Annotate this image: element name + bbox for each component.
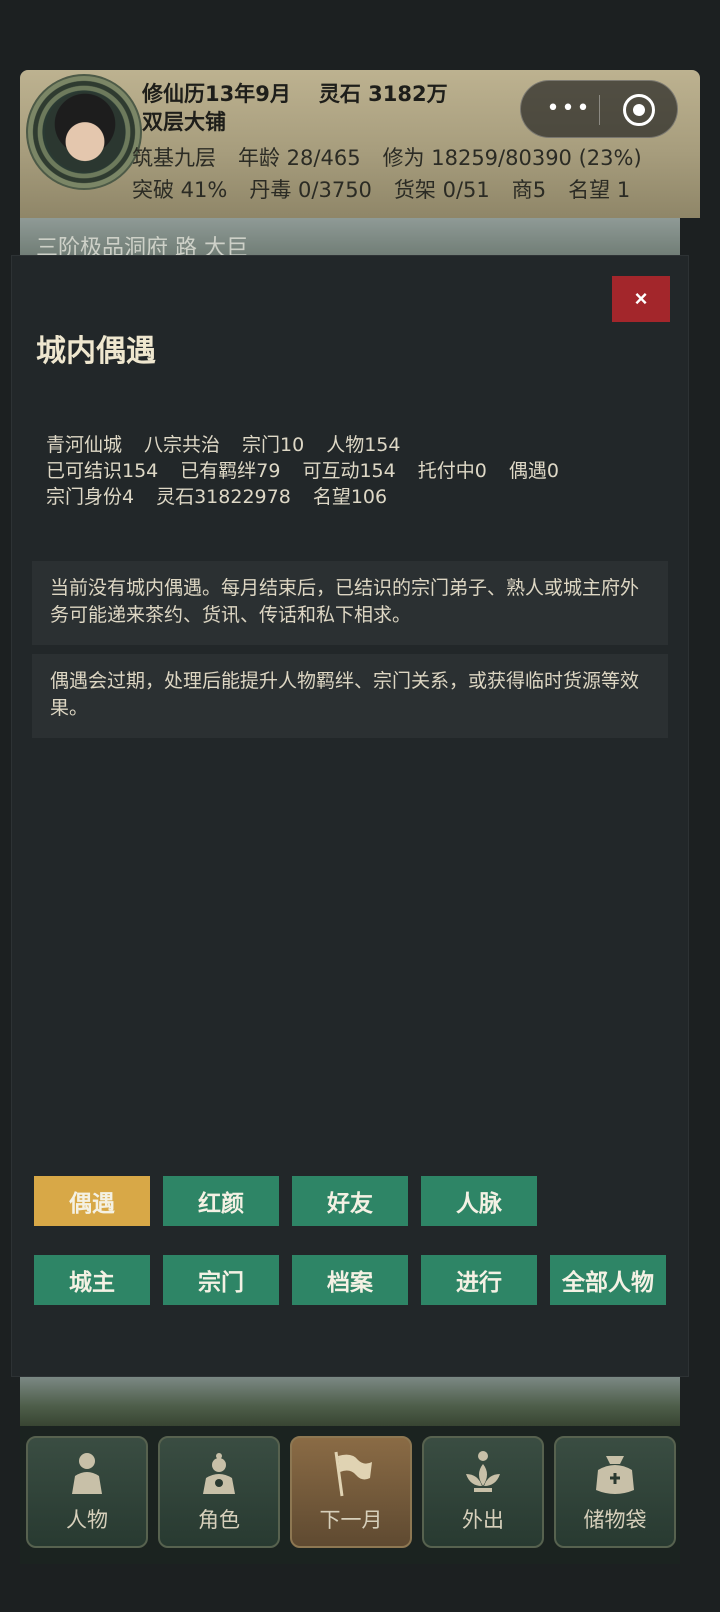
- reputation-stat: 名望 1: [568, 178, 631, 202]
- tab-in-progress[interactable]: 进行: [421, 1255, 537, 1305]
- nav-label: 外出: [462, 1508, 504, 1532]
- bottom-nav: 人物 角色 下一月 外出 储物袋: [20, 1426, 680, 1564]
- capsule-divider: [599, 95, 600, 125]
- spirit-stone-total: 灵石31822978: [156, 486, 291, 508]
- avatar-portrait: [45, 92, 125, 172]
- shelf-stat: 货架 0/51: [393, 178, 490, 202]
- interactable-count: 可互动154: [302, 460, 396, 482]
- avatar[interactable]: [26, 74, 142, 190]
- info-line-2: 已可结识154 已有羁绊79 可互动154 托付中0 偶遇0: [46, 458, 581, 484]
- bag-icon: [596, 1456, 634, 1494]
- nav-label: 下一月: [319, 1508, 383, 1532]
- tab-connections[interactable]: 人脉: [421, 1176, 537, 1226]
- header-line1: 修仙历13年9月 灵石 3182万: [142, 78, 448, 108]
- tab-all-characters[interactable]: 全部人物: [550, 1255, 666, 1305]
- close-button[interactable]: ×: [612, 276, 670, 322]
- encounter-hint: 偶遇会过期，处理后能提升人物羁绊、宗门关系，或获得临时货源等效果。: [32, 654, 668, 738]
- person-icon: [72, 1453, 102, 1494]
- nav-characters[interactable]: 人物: [26, 1436, 148, 1548]
- nav-role[interactable]: 角色: [158, 1436, 280, 1548]
- more-menu-icon[interactable]: •••: [541, 95, 597, 125]
- scene-background: [20, 1376, 680, 1426]
- stats-row-2: 突破 41% 丹毒 0/3750 货架 0/51 商5 名望 1: [132, 174, 700, 206]
- empty-encounter-notice: 当前没有城内偶遇。每月结束后，已结识的宗门弟子、熟人或城主府外务可能递来茶约、货…: [32, 561, 668, 645]
- game-date: 修仙历13年9月: [142, 82, 291, 106]
- character-icon: [203, 1453, 235, 1494]
- tab-sect[interactable]: 宗门: [163, 1255, 279, 1305]
- shop-name: 双层大铺: [142, 110, 226, 134]
- sect-identity-count: 宗门身份4: [46, 486, 135, 508]
- lotus-icon: [466, 1451, 500, 1492]
- nav-label: 储物袋: [583, 1508, 647, 1532]
- breakthrough-stat: 突破 41%: [132, 178, 228, 202]
- miniprogram-capsule: •••: [520, 80, 678, 138]
- header-stats: 筑基九层 年龄 28/465 修为 18259/80390 (23%) 突破 41%…: [132, 142, 700, 206]
- modal-title: 城内偶遇: [36, 334, 156, 369]
- character-count: 人物154: [326, 434, 401, 456]
- reputation-total: 名望106: [312, 486, 388, 508]
- close-miniprogram-icon[interactable]: [623, 94, 655, 126]
- info-line-3: 宗门身份4 灵石31822978 名望106: [46, 484, 581, 510]
- tab-lovers[interactable]: 红颜: [163, 1176, 279, 1226]
- sect-count: 宗门10: [242, 434, 305, 456]
- nav-label: 角色: [198, 1508, 240, 1532]
- nav-storage-bag[interactable]: 储物袋: [554, 1436, 676, 1548]
- tab-city-lord[interactable]: 城主: [34, 1255, 150, 1305]
- encounter-modal: × 城内偶遇 青河仙城 八宗共治 宗门10 人物154 已可结识154 已有羁绊79 可互…: [12, 256, 688, 1376]
- cultivation-realm: 筑基九层: [132, 146, 216, 170]
- tab-archive[interactable]: 档案: [292, 1255, 408, 1305]
- age-stat: 年龄 28/465: [238, 146, 361, 170]
- nav-next-month[interactable]: 下一月: [290, 1436, 412, 1548]
- merchant-stat: 商5: [511, 178, 547, 202]
- tab-encounter[interactable]: 偶遇: [34, 1176, 150, 1226]
- city-info: 青河仙城 八宗共治 宗门10 人物154 已可结识154 已有羁绊79 可互动154 托付中…: [46, 432, 581, 510]
- cultivation-progress: 修为 18259/80390 (23%): [382, 146, 642, 170]
- spirit-stones: 灵石 3182万: [318, 82, 448, 106]
- encounter-count: 偶遇0: [508, 460, 559, 482]
- city-governance: 八宗共治: [144, 434, 221, 456]
- pill-toxicity-stat: 丹毒 0/3750: [249, 178, 372, 202]
- stats-row-1: 筑基九层 年龄 28/465 修为 18259/80390 (23%): [132, 142, 700, 174]
- nav-label: 人物: [66, 1508, 108, 1532]
- befriendable-count: 已可结识154: [46, 460, 159, 482]
- info-line-1: 青河仙城 八宗共治 宗门10 人物154: [46, 432, 581, 458]
- city-name: 青河仙城: [46, 434, 123, 456]
- bond-count: 已有羁绊79: [180, 460, 281, 482]
- nav-go-out[interactable]: 外出: [422, 1436, 544, 1548]
- tab-friends[interactable]: 好友: [292, 1176, 408, 1226]
- scene-banner: 三阶极品洞府 路 大巨: [20, 218, 680, 261]
- flag-icon: [334, 1451, 372, 1497]
- entrusted-count: 托付中0: [417, 460, 487, 482]
